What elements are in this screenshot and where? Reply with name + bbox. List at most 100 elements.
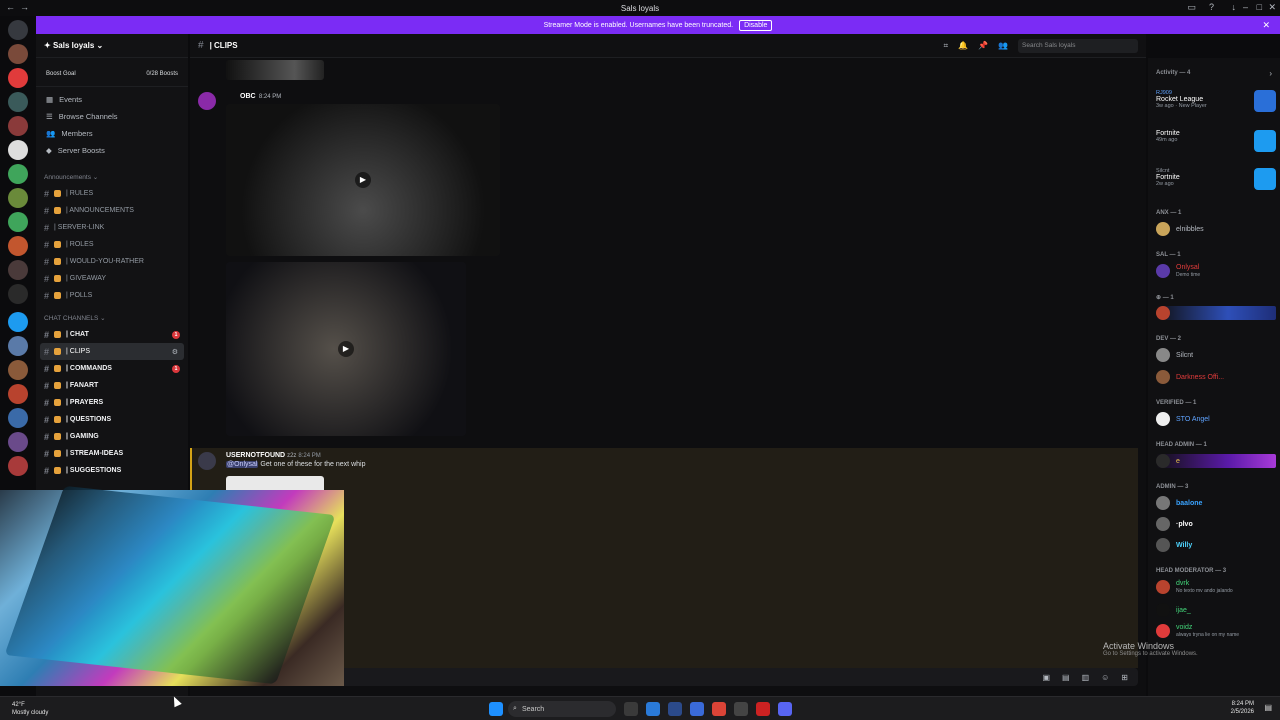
server-icon[interactable]: [8, 188, 28, 208]
member-item[interactable]: elnibbles: [1156, 222, 1204, 236]
nav-browse-channels[interactable]: ☰ Browse Channels: [36, 108, 188, 125]
bell-icon[interactable]: 🔔: [958, 41, 968, 50]
channel-server-link[interactable]: # | SERVER-LINK: [36, 219, 188, 236]
task-view-icon[interactable]: [624, 702, 638, 716]
emoji-picker-icon[interactable]: ☺: [1101, 673, 1109, 682]
channel-polls[interactable]: # | POLLS: [36, 287, 188, 304]
channel-stream-ideas[interactable]: # | STREAM-IDEAS: [36, 445, 188, 462]
search-input[interactable]: Search Sals loyals: [1018, 38, 1138, 53]
channel-questions[interactable]: # | QUESTIONS: [36, 411, 188, 428]
download-icon[interactable]: ↓: [1232, 2, 1237, 12]
channel-suggestions[interactable]: # | SUGGESTIONS: [36, 462, 188, 479]
server-icon[interactable]: [8, 360, 28, 380]
server-icon[interactable]: [8, 432, 28, 452]
channel-commands[interactable]: # | COMMANDS 1: [36, 360, 188, 377]
app-icon[interactable]: [734, 702, 748, 716]
server-icon[interactable]: [8, 236, 28, 256]
previous-attachment[interactable]: [226, 60, 324, 80]
sticker-icon[interactable]: ▥: [1082, 673, 1090, 682]
server-icon[interactable]: [8, 116, 28, 136]
member-item[interactable]: STO Angel: [1156, 412, 1210, 426]
activity-card[interactable]: Fortnite 49m ago: [1156, 130, 1276, 152]
activity-card[interactable]: RJ909 Rocket League 3w ago · New Player: [1156, 90, 1276, 112]
app-icon[interactable]: [690, 702, 704, 716]
server-icon[interactable]: [8, 456, 28, 476]
server-icon[interactable]: [8, 140, 28, 160]
boost-goal[interactable]: Boost Goal 0/28 Boosts: [36, 61, 188, 87]
settings-gear-icon[interactable]: ⚙: [172, 348, 178, 356]
threads-icon[interactable]: ⌗: [944, 41, 949, 51]
avatar[interactable]: [198, 452, 216, 470]
channel-announcements[interactable]: # | ANNOUNCEMENTS: [36, 202, 188, 219]
play-icon[interactable]: ▶: [355, 172, 371, 188]
inbox-icon[interactable]: ▭: [1187, 2, 1196, 13]
member-item[interactable]: e: [1156, 454, 1276, 468]
server-icon[interactable]: [8, 92, 28, 112]
message-author[interactable]: USERNOTFOUND: [226, 452, 285, 459]
server-icon[interactable]: [8, 68, 28, 88]
video-attachment[interactable]: ▶: [226, 104, 500, 256]
channel-clips[interactable]: # | CLIPS ⚙: [40, 343, 184, 360]
minimize-icon[interactable]: –: [1243, 2, 1248, 12]
category-announcements[interactable]: Announcements ⌄: [36, 169, 188, 185]
activity-card[interactable]: Silcnt Fortnite 2w ago: [1156, 168, 1276, 190]
channel-fanart[interactable]: # | FANART: [36, 377, 188, 394]
server-icon[interactable]: [8, 164, 28, 184]
server-icon[interactable]: [8, 384, 28, 404]
member-item[interactable]: dvrk No texto mv ando jalando: [1156, 580, 1233, 594]
close-banner-icon[interactable]: ✕: [1262, 20, 1270, 31]
obs-icon[interactable]: [756, 702, 770, 716]
member-item[interactable]: Silcnt: [1156, 348, 1193, 362]
taskbar-search[interactable]: ⌕ Search: [508, 701, 616, 717]
clock[interactable]: 8:24 PM 2/5/2026: [1231, 700, 1254, 716]
avatar[interactable]: [198, 92, 216, 110]
member-item[interactable]: Darkness Offi...: [1156, 370, 1224, 384]
nav-events[interactable]: ▦ Events: [36, 91, 188, 108]
image-attachment[interactable]: [226, 476, 324, 490]
message-author[interactable]: OBC: [240, 93, 256, 100]
start-icon[interactable]: [489, 702, 503, 716]
channel-would-you-rather[interactable]: # | WOULD-YOU-RATHER: [36, 253, 188, 270]
video-attachment[interactable]: ▶: [226, 262, 466, 436]
server-icon[interactable]: [8, 260, 28, 280]
store-icon[interactable]: [668, 702, 682, 716]
member-item[interactable]: [1156, 306, 1276, 320]
member-item[interactable]: ·plvo: [1156, 517, 1193, 531]
member-item[interactable]: voidz always tryna lie on my name: [1156, 624, 1239, 638]
nav-members[interactable]: 👥 Members: [36, 125, 188, 142]
gift-icon[interactable]: ▣: [1042, 673, 1050, 682]
maximize-icon[interactable]: □: [1257, 2, 1262, 12]
member-item[interactable]: Willy: [1156, 538, 1192, 552]
channel-prayers[interactable]: # | PRAYERS: [36, 394, 188, 411]
server-icon[interactable]: [8, 284, 28, 304]
play-icon[interactable]: ▶: [338, 341, 354, 357]
apps-icon[interactable]: ⊞: [1121, 673, 1128, 682]
member-item[interactable]: ijae_: [1156, 603, 1191, 617]
chrome-icon[interactable]: [712, 702, 726, 716]
help-icon[interactable]: ?: [1209, 2, 1214, 12]
guild-header[interactable]: ✦ Sals loyals ⌄ 👤: [36, 34, 218, 58]
discord-icon[interactable]: [778, 702, 792, 716]
gif-icon[interactable]: ▤: [1062, 673, 1070, 682]
notification-icon[interactable]: ▤: [1264, 703, 1272, 712]
member-item[interactable]: baalone: [1156, 496, 1202, 510]
member-list-icon[interactable]: 👥: [998, 41, 1008, 50]
server-icon[interactable]: [8, 336, 28, 356]
channel-chat[interactable]: # | CHAT 1: [36, 326, 188, 343]
server-icon[interactable]: [8, 44, 28, 64]
channel-roles[interactable]: # | ROLES: [36, 236, 188, 253]
weather-widget[interactable]: 42°F Mostly cloudy: [12, 701, 48, 717]
server-icon[interactable]: [8, 408, 28, 428]
channel-gaming[interactable]: # | GAMING: [36, 428, 188, 445]
chevron-right-icon[interactable]: ›: [1269, 69, 1272, 78]
channel-giveaway[interactable]: # | GIVEAWAY: [36, 270, 188, 287]
dm-home-icon[interactable]: [8, 20, 28, 40]
category-chat[interactable]: CHAT CHANNELS ⌄: [36, 310, 188, 326]
pin-icon[interactable]: 📌: [978, 41, 988, 50]
edge-icon[interactable]: [646, 702, 660, 716]
disable-button[interactable]: Disable: [739, 19, 773, 31]
user-mention[interactable]: @Onlysal: [226, 461, 259, 468]
nav-server-boosts[interactable]: ◆ Server Boosts: [36, 142, 188, 159]
twitter-server-icon[interactable]: [8, 312, 28, 332]
server-icon[interactable]: [8, 212, 28, 232]
